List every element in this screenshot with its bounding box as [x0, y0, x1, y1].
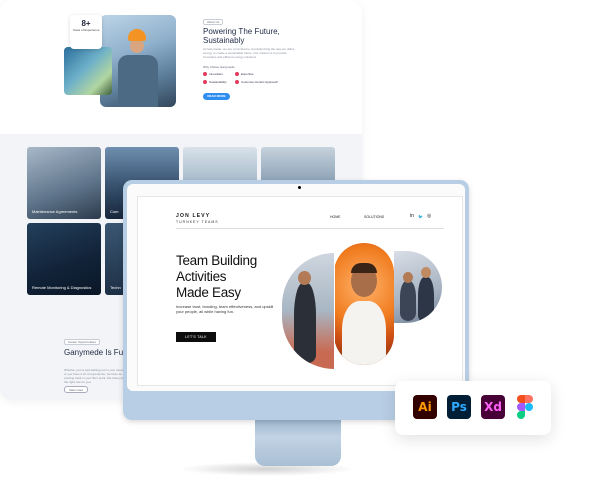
monitor-screen-website: JON LEVY TURNKEY TEAMS HOME SOLUTIONS in… [137, 196, 463, 386]
view-more-button[interactable]: View more [64, 386, 89, 393]
feature-label: Customer-Centric Approach [241, 80, 279, 84]
experience-text: Years of Experience [72, 28, 100, 32]
hero-title: Team Building Activities Made Easy [176, 253, 286, 301]
service-card-remote-monitoring[interactable]: Remote Monitoring & Diagnostics [27, 223, 101, 295]
read-more-button[interactable]: READ MORE [203, 93, 230, 100]
career-pill: Career Opportunities [64, 339, 100, 345]
hero-title-line: Activities [176, 269, 227, 284]
showcase-stage: 8+ Years of Experience About Us Powering… [0, 0, 604, 490]
camera-icon [298, 186, 301, 189]
about-description: At Ganymede, we are committed to revolut… [203, 47, 295, 59]
service-card-label: Remote Monitoring & Diagnostics [32, 285, 92, 290]
hero-title-line: Team Building [176, 253, 257, 268]
hero-title-line: Made Easy [176, 285, 241, 300]
photoshop-icon: Ps [447, 395, 471, 419]
twitter-icon[interactable]: 🐦 [418, 214, 423, 219]
service-card-maintenance[interactable]: Maintenance Agreements [27, 147, 101, 219]
career-description: Whether you're just starting out in your… [64, 368, 125, 384]
photo-divider [334, 253, 335, 365]
solar-field-photo [64, 47, 112, 95]
about-title: Powering The Future, Sustainably [203, 27, 280, 45]
instagram-icon[interactable]: ◎ [427, 213, 431, 219]
feature-label: Innovation [209, 72, 223, 76]
feature-label: Expertise [241, 72, 254, 76]
design-tools-card: Ai Ps Xd [395, 381, 551, 435]
linkedin-icon[interactable]: in [410, 213, 414, 219]
host-portrait-photo [334, 243, 394, 365]
feature-bullet-icon [235, 72, 239, 76]
experience-badge: 8+ Years of Experience [70, 15, 102, 49]
brand-name[interactable]: JON LEVY [176, 213, 210, 219]
about-pill: About Us [203, 19, 224, 25]
service-card-label: Com [110, 209, 119, 214]
feature-label: Sustainability [209, 80, 227, 84]
hero-photo-collage [282, 243, 442, 369]
illustrator-icon: Ai [413, 395, 437, 419]
service-card-label: Maintenance Agreements [32, 209, 78, 214]
team-meeting-photo [394, 251, 442, 323]
speaker-photo [282, 253, 334, 369]
experience-number: 8+ [81, 19, 91, 28]
hero-description: Increase trust, bonding, team effectiven… [176, 304, 274, 314]
feature-item: Expertise [235, 72, 254, 76]
lets-talk-button[interactable]: LET'S TALK [176, 332, 216, 342]
career-title: Ganymede Is Full Of Promising Opport [64, 348, 128, 357]
service-card-label: Techn [110, 285, 121, 290]
feature-item: Sustainability [203, 80, 227, 84]
feature-bullet-icon [235, 80, 239, 84]
nav-home[interactable]: HOME [330, 215, 341, 219]
xd-icon: Xd [481, 395, 505, 419]
why-label: Why Choice Ganymede [203, 65, 235, 69]
feature-item: Customer-Centric Approach [235, 80, 278, 84]
feature-bullet-icon [203, 80, 207, 84]
monitor-bezel: JON LEVY TURNKEY TEAMS HOME SOLUTIONS in… [127, 184, 465, 391]
brand-subtitle: TURNKEY TEAMS [176, 220, 219, 224]
figma-icon [513, 395, 537, 419]
nav-solutions[interactable]: SOLUTIONS [364, 215, 384, 219]
monitor-stand [255, 418, 341, 466]
feature-bullet-icon [203, 72, 207, 76]
about-section: 8+ Years of Experience About Us Powering… [0, 0, 362, 134]
feature-item: Innovation [203, 72, 223, 76]
header-divider [176, 228, 444, 229]
